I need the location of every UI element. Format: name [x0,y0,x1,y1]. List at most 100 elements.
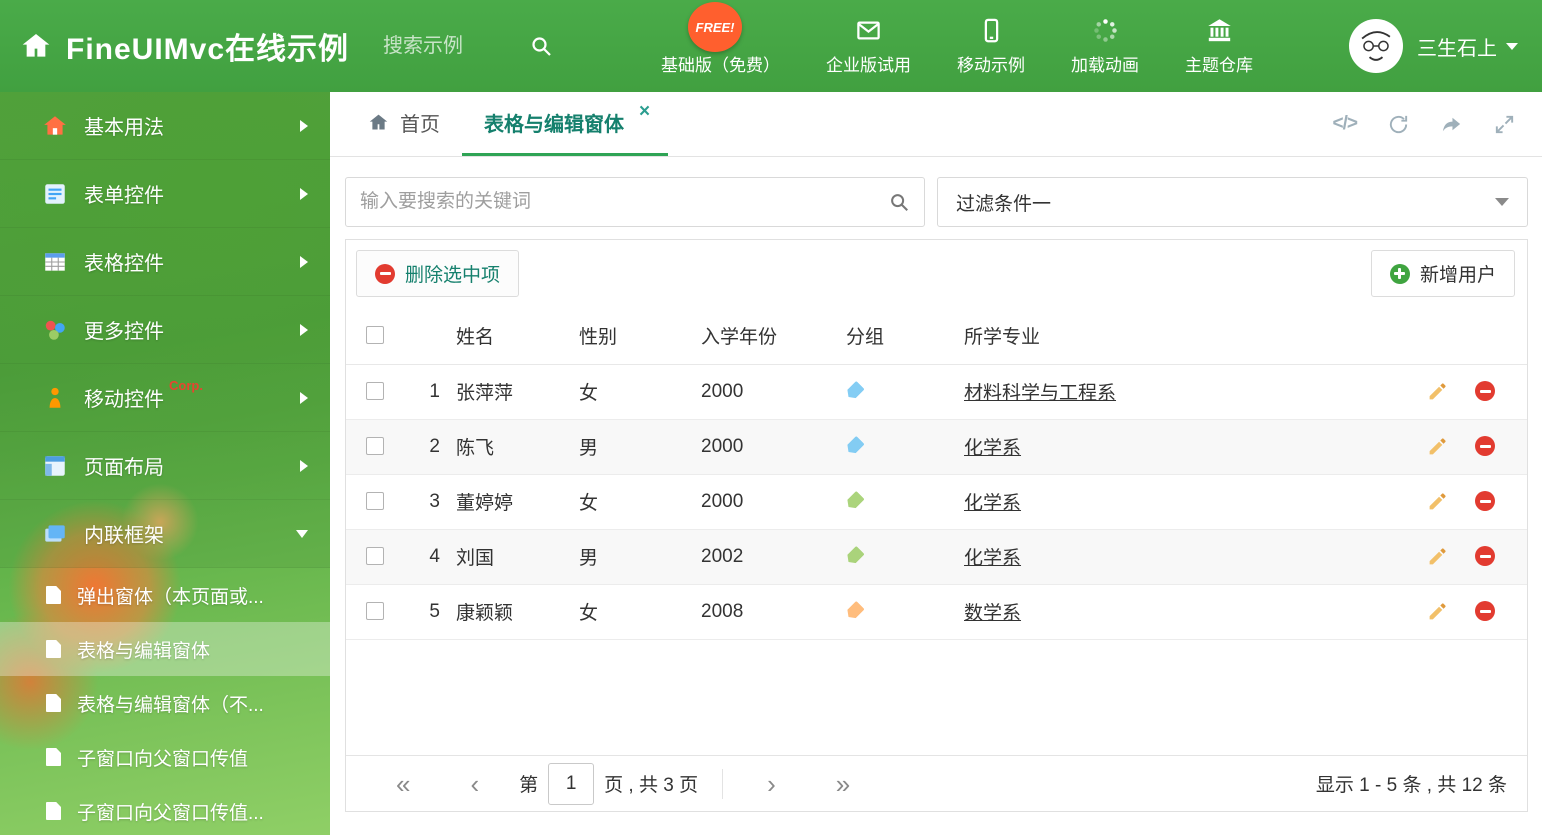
chevron-right-icon [300,119,308,132]
delete-row-icon[interactable] [1475,381,1495,402]
tag-icon [844,435,865,456]
chevron-right-icon [300,459,308,472]
plus-circle-icon [1389,263,1410,284]
last-page-button[interactable] [836,771,850,797]
tab-grid-edit-window[interactable]: 表格与编辑窗体 [462,92,669,156]
sidebar-item-grid-controls[interactable]: 表格控件 [0,228,330,296]
table-row[interactable]: 5 康颖颖 女 2008 数学系 [346,584,1527,640]
delete-row-icon[interactable] [1475,436,1495,457]
row-checkbox[interactable] [366,492,384,511]
year-cell: 2000 [701,419,846,475]
name-cell: 董婷婷 [456,474,579,530]
spinner-icon [1092,17,1119,44]
person-icon [42,385,68,411]
row-checkbox[interactable] [366,437,384,456]
gender-cell: 女 [579,584,701,640]
tag-icon [844,600,865,621]
major-link[interactable]: 材料科学与工程系 [964,383,1116,404]
tab-home[interactable]: 首页 [346,92,462,156]
select-all-checkbox[interactable] [366,326,384,345]
edit-icon[interactable] [1427,436,1448,457]
share-icon[interactable] [1440,113,1463,136]
delete-row-icon[interactable] [1475,491,1495,512]
delete-row-icon[interactable] [1475,601,1495,622]
year-cell: 2000 [701,364,846,420]
sidebar-item-more-controls[interactable]: 更多控件 [0,296,330,364]
keyword-search-input[interactable] [360,191,888,213]
delete-row-icon[interactable] [1475,546,1495,567]
chevron-down-icon [1506,42,1518,50]
top-header: FineUIMvc在线示例 FREE! 基础版（免费） 企业版试用 移动示例 [0,0,1542,92]
row-number: 2 [404,419,456,475]
nav-item-theme-store[interactable]: 主题仓库 [1185,17,1253,76]
file-icon [46,640,61,658]
home-icon [20,30,52,62]
chevron-down-icon [1495,198,1509,206]
table-row[interactable]: 3 董婷婷 女 2000 化学系 [346,474,1527,530]
major-link[interactable]: 化学系 [964,438,1021,459]
nav-item-loading-animation[interactable]: 加载动画 [1071,17,1139,76]
col-year: 入学年份 [701,307,846,365]
first-page-button[interactable] [396,771,410,797]
delete-selected-button[interactable]: 删除选中项 [356,250,520,297]
close-icon[interactable] [639,101,650,123]
record-summary: 显示 1 - 5 条 , 共 12 条 [1315,775,1507,796]
major-link[interactable]: 化学系 [964,548,1021,569]
name-cell: 陈飞 [456,419,579,475]
table-row[interactable]: 1 张萍萍 女 2000 材料科学与工程系 [346,364,1527,420]
sidebar-item-form-controls[interactable]: 表单控件 [0,160,330,228]
add-user-button[interactable]: 新增用户 [1370,250,1515,297]
sidebar-item-iframe[interactable]: 内联框架 [0,500,330,568]
divider [722,768,724,799]
row-checkbox[interactable] [366,382,384,401]
edit-icon[interactable] [1427,491,1448,512]
sidebar-subitem-child-to-parent[interactable]: 子窗口向父窗口传值 [0,730,330,784]
major-link[interactable]: 数学系 [964,603,1021,624]
nav-label: 移动示例 [957,55,1026,75]
app-logo[interactable]: FineUIMvc在线示例 [20,24,349,68]
mobile-icon [978,17,1005,44]
filter-row: 过滤条件一 [345,177,1528,227]
header-search-input[interactable] [383,34,524,58]
chevron-right-icon [300,323,308,336]
refresh-icon[interactable] [1387,113,1410,136]
pagination-bar: 第 页 , 共 3 页 显示 1 - 5 条 , 共 12 条 [346,755,1527,811]
home-icon [42,113,68,139]
chevron-right-icon [300,391,308,404]
search-icon[interactable] [529,34,553,58]
sidebar-item-mobile-controls[interactable]: 移动控件 Corp. [0,364,330,432]
sidebar-subitem-grid-edit-window-alt[interactable]: 表格与编辑窗体（不... [0,676,330,730]
sidebar-subitem-grid-edit-window[interactable]: 表格与编辑窗体 [0,622,330,676]
col-row-number [404,307,456,365]
major-link[interactable]: 化学系 [964,493,1021,514]
table-row[interactable]: 2 陈飞 男 2000 化学系 [346,419,1527,475]
sidebar-item-page-layout[interactable]: 页面布局 [0,432,330,500]
col-group: 分组 [846,307,964,365]
header-nav: 基础版（免费） 企业版试用 移动示例 加载动画 主题仓库 [661,17,1253,76]
filter-dropdown[interactable]: 过滤条件一 [937,177,1528,227]
view-source-icon[interactable] [1333,113,1357,135]
row-checkbox[interactable] [366,602,384,621]
next-page-button[interactable] [767,771,776,797]
page-label-prefix: 第 [519,775,539,796]
nav-label: 主题仓库 [1185,55,1254,75]
nav-item-enterprise-trial[interactable]: 企业版试用 [826,17,911,76]
nav-item-mobile-demo[interactable]: 移动示例 [957,17,1025,76]
edit-icon[interactable] [1427,546,1448,567]
row-checkbox[interactable] [366,547,384,566]
main-content: 首页 表格与编辑窗体 过滤条件一 [330,92,1542,835]
edit-icon[interactable] [1427,601,1448,622]
edit-icon[interactable] [1427,381,1448,402]
user-menu[interactable]: 三生石上 [1349,19,1518,73]
year-cell: 2008 [701,584,846,640]
current-page-input[interactable] [548,762,595,805]
row-number: 1 [404,364,456,420]
fullscreen-icon[interactable] [1493,113,1516,136]
search-icon[interactable] [888,191,910,213]
tag-icon [844,380,865,401]
table-row[interactable]: 4 刘国 男 2002 化学系 [346,529,1527,585]
sidebar-subitem-popup-window[interactable]: 弹出窗体（本页面或... [0,568,330,622]
prev-page-button[interactable] [470,771,479,797]
sidebar-item-basic-usage[interactable]: 基本用法 [0,92,330,160]
sidebar-subitem-child-to-parent-alt[interactable]: 子窗口向父窗口传值... [0,784,330,835]
